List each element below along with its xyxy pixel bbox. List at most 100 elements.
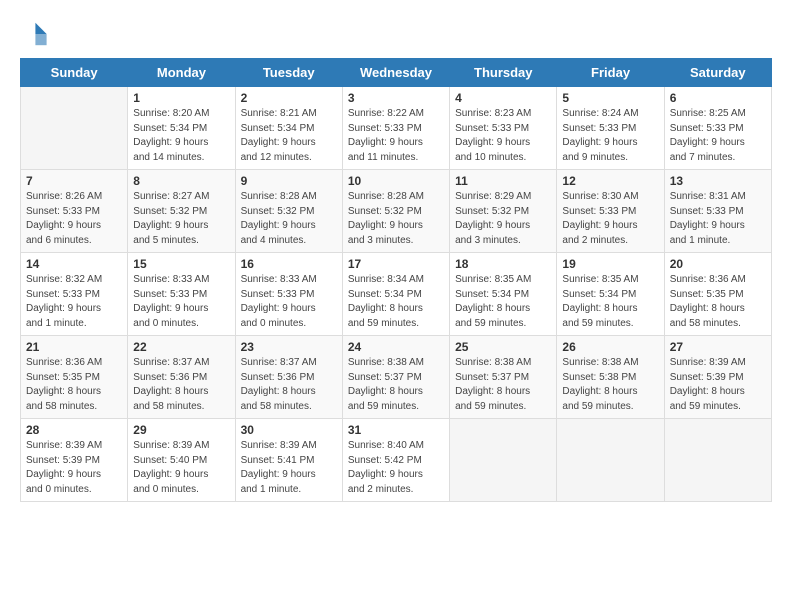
calendar-cell: 31 Sunrise: 8:40 AM Sunset: 5:42 PM Dayli… <box>342 419 449 502</box>
calendar-cell: 26Sunrise: 8:38 AM Sunset: 5:38 PM Dayli… <box>557 336 664 419</box>
calendar-week-row: 14 Sunrise: 8:32 AM Sunset: 5:33 PM Dayli… <box>21 253 772 336</box>
calendar-cell: 5Sunrise: 8:24 AM Sunset: 5:33 PM Daylig… <box>557 87 664 170</box>
day-info: Sunrise: 8:24 AM Sunset: 5:33 PM Dayligh… <box>562 107 658 165</box>
days-of-week-header: SundayMondayTuesdayWednesdayThursdayFrid… <box>21 59 772 87</box>
day-info: Sunrise: 8:20 AM Sunset: 5:34 PM Dayligh… <box>133 107 229 165</box>
calendar-cell: 14 Sunrise: 8:32 AM Sunset: 5:33 PM Dayli… <box>21 253 128 336</box>
day-info: Sunrise: 8:26 AM Sunset: 5:33 PM Dayligh… <box>26 190 122 248</box>
day-info: Sunrise: 8:39 AM Sunset: 5:40 PM Dayligh… <box>133 439 229 497</box>
day-number: 17 <box>348 257 444 271</box>
calendar-week-row: 28Sunrise: 8:39 AM Sunset: 5:39 PM Dayli… <box>21 419 772 502</box>
day-of-week-header: Friday <box>557 59 664 87</box>
day-number: 13 <box>670 174 766 188</box>
day-of-week-header: Sunday <box>21 59 128 87</box>
calendar-cell <box>450 419 557 502</box>
day-number: 14 <box>26 257 122 271</box>
calendar-cell: 3Sunrise: 8:22 AM Sunset: 5:33 PM Daylig… <box>342 87 449 170</box>
calendar-cell: 29 Sunrise: 8:39 AM Sunset: 5:40 PM Dayli… <box>128 419 235 502</box>
day-number: 11 <box>455 174 551 188</box>
calendar-cell: 21Sunrise: 8:36 AM Sunset: 5:35 PM Dayli… <box>21 336 128 419</box>
calendar-cell: 7 Sunrise: 8:26 AM Sunset: 5:33 PM Daylig… <box>21 170 128 253</box>
day-info: Sunrise: 8:39 AM Sunset: 5:41 PM Dayligh… <box>241 439 337 497</box>
day-of-week-header: Saturday <box>664 59 771 87</box>
day-info: Sunrise: 8:27 AM Sunset: 5:32 PM Dayligh… <box>133 190 229 248</box>
day-number: 1 <box>133 91 229 105</box>
day-info: Sunrise: 8:33 AM Sunset: 5:33 PM Dayligh… <box>133 273 229 331</box>
day-number: 19 <box>562 257 658 271</box>
day-number: 29 <box>133 423 229 437</box>
day-number: 12 <box>562 174 658 188</box>
day-info: Sunrise: 8:28 AM Sunset: 5:32 PM Dayligh… <box>348 190 444 248</box>
calendar-cell: 27 Sunrise: 8:39 AM Sunset: 5:39 PM Dayli… <box>664 336 771 419</box>
day-number: 9 <box>241 174 337 188</box>
calendar-week-row: 1 Sunrise: 8:20 AM Sunset: 5:34 PM Daylig… <box>21 87 772 170</box>
calendar-cell: 4 Sunrise: 8:23 AM Sunset: 5:33 PM Daylig… <box>450 87 557 170</box>
calendar-cell: 13 Sunrise: 8:31 AM Sunset: 5:33 PM Dayli… <box>664 170 771 253</box>
calendar-cell: 28Sunrise: 8:39 AM Sunset: 5:39 PM Dayli… <box>21 419 128 502</box>
day-number: 4 <box>455 91 551 105</box>
calendar-cell: 12 Sunrise: 8:30 AM Sunset: 5:33 PM Dayli… <box>557 170 664 253</box>
calendar-cell: 16 Sunrise: 8:33 AM Sunset: 5:33 PM Dayli… <box>235 253 342 336</box>
day-number: 10 <box>348 174 444 188</box>
day-number: 15 <box>133 257 229 271</box>
day-number: 31 <box>348 423 444 437</box>
day-number: 27 <box>670 340 766 354</box>
calendar-cell: 19 Sunrise: 8:35 AM Sunset: 5:34 PM Dayli… <box>557 253 664 336</box>
calendar-cell <box>557 419 664 502</box>
day-number: 3 <box>348 91 444 105</box>
day-info: Sunrise: 8:37 AM Sunset: 5:36 PM Dayligh… <box>133 356 229 414</box>
day-info: Sunrise: 8:31 AM Sunset: 5:33 PM Dayligh… <box>670 190 766 248</box>
calendar-cell: 20Sunrise: 8:36 AM Sunset: 5:35 PM Dayli… <box>664 253 771 336</box>
day-number: 23 <box>241 340 337 354</box>
calendar-week-row: 7 Sunrise: 8:26 AM Sunset: 5:33 PM Daylig… <box>21 170 772 253</box>
day-info: Sunrise: 8:36 AM Sunset: 5:35 PM Dayligh… <box>670 273 766 331</box>
day-number: 18 <box>455 257 551 271</box>
calendar-cell: 10 Sunrise: 8:28 AM Sunset: 5:32 PM Dayli… <box>342 170 449 253</box>
day-info: Sunrise: 8:40 AM Sunset: 5:42 PM Dayligh… <box>348 439 444 497</box>
day-number: 26 <box>562 340 658 354</box>
day-info: Sunrise: 8:25 AM Sunset: 5:33 PM Dayligh… <box>670 107 766 165</box>
calendar-cell: 24Sunrise: 8:38 AM Sunset: 5:37 PM Dayli… <box>342 336 449 419</box>
day-info: Sunrise: 8:33 AM Sunset: 5:33 PM Dayligh… <box>241 273 337 331</box>
calendar-cell: 9 Sunrise: 8:28 AM Sunset: 5:32 PM Daylig… <box>235 170 342 253</box>
day-info: Sunrise: 8:32 AM Sunset: 5:33 PM Dayligh… <box>26 273 122 331</box>
day-of-week-header: Tuesday <box>235 59 342 87</box>
day-info: Sunrise: 8:30 AM Sunset: 5:33 PM Dayligh… <box>562 190 658 248</box>
calendar-table: SundayMondayTuesdayWednesdayThursdayFrid… <box>20 58 772 502</box>
day-info: Sunrise: 8:29 AM Sunset: 5:32 PM Dayligh… <box>455 190 551 248</box>
day-info: Sunrise: 8:28 AM Sunset: 5:32 PM Dayligh… <box>241 190 337 248</box>
calendar-cell: 18 Sunrise: 8:35 AM Sunset: 5:34 PM Dayli… <box>450 253 557 336</box>
day-number: 7 <box>26 174 122 188</box>
day-number: 8 <box>133 174 229 188</box>
day-info: Sunrise: 8:39 AM Sunset: 5:39 PM Dayligh… <box>26 439 122 497</box>
day-info: Sunrise: 8:23 AM Sunset: 5:33 PM Dayligh… <box>455 107 551 165</box>
day-info: Sunrise: 8:38 AM Sunset: 5:37 PM Dayligh… <box>455 356 551 414</box>
calendar-body: 1 Sunrise: 8:20 AM Sunset: 5:34 PM Daylig… <box>21 87 772 502</box>
day-info: Sunrise: 8:39 AM Sunset: 5:39 PM Dayligh… <box>670 356 766 414</box>
calendar-cell: 2 Sunrise: 8:21 AM Sunset: 5:34 PM Daylig… <box>235 87 342 170</box>
day-of-week-header: Monday <box>128 59 235 87</box>
calendar-cell: 1 Sunrise: 8:20 AM Sunset: 5:34 PM Daylig… <box>128 87 235 170</box>
day-of-week-header: Wednesday <box>342 59 449 87</box>
calendar-cell: 11 Sunrise: 8:29 AM Sunset: 5:32 PM Dayli… <box>450 170 557 253</box>
day-info: Sunrise: 8:21 AM Sunset: 5:34 PM Dayligh… <box>241 107 337 165</box>
day-number: 24 <box>348 340 444 354</box>
day-number: 16 <box>241 257 337 271</box>
calendar-cell: 25 Sunrise: 8:38 AM Sunset: 5:37 PM Dayli… <box>450 336 557 419</box>
day-info: Sunrise: 8:35 AM Sunset: 5:34 PM Dayligh… <box>455 273 551 331</box>
day-of-week-header: Thursday <box>450 59 557 87</box>
day-info: Sunrise: 8:34 AM Sunset: 5:34 PM Dayligh… <box>348 273 444 331</box>
header <box>20 20 772 48</box>
day-number: 25 <box>455 340 551 354</box>
day-number: 2 <box>241 91 337 105</box>
logo-icon <box>20 20 48 48</box>
day-info: Sunrise: 8:35 AM Sunset: 5:34 PM Dayligh… <box>562 273 658 331</box>
calendar-cell: 22 Sunrise: 8:37 AM Sunset: 5:36 PM Dayli… <box>128 336 235 419</box>
day-number: 6 <box>670 91 766 105</box>
day-number: 30 <box>241 423 337 437</box>
day-number: 21 <box>26 340 122 354</box>
day-info: Sunrise: 8:37 AM Sunset: 5:36 PM Dayligh… <box>241 356 337 414</box>
logo <box>20 20 52 48</box>
day-number: 22 <box>133 340 229 354</box>
calendar-cell: 17 Sunrise: 8:34 AM Sunset: 5:34 PM Dayli… <box>342 253 449 336</box>
